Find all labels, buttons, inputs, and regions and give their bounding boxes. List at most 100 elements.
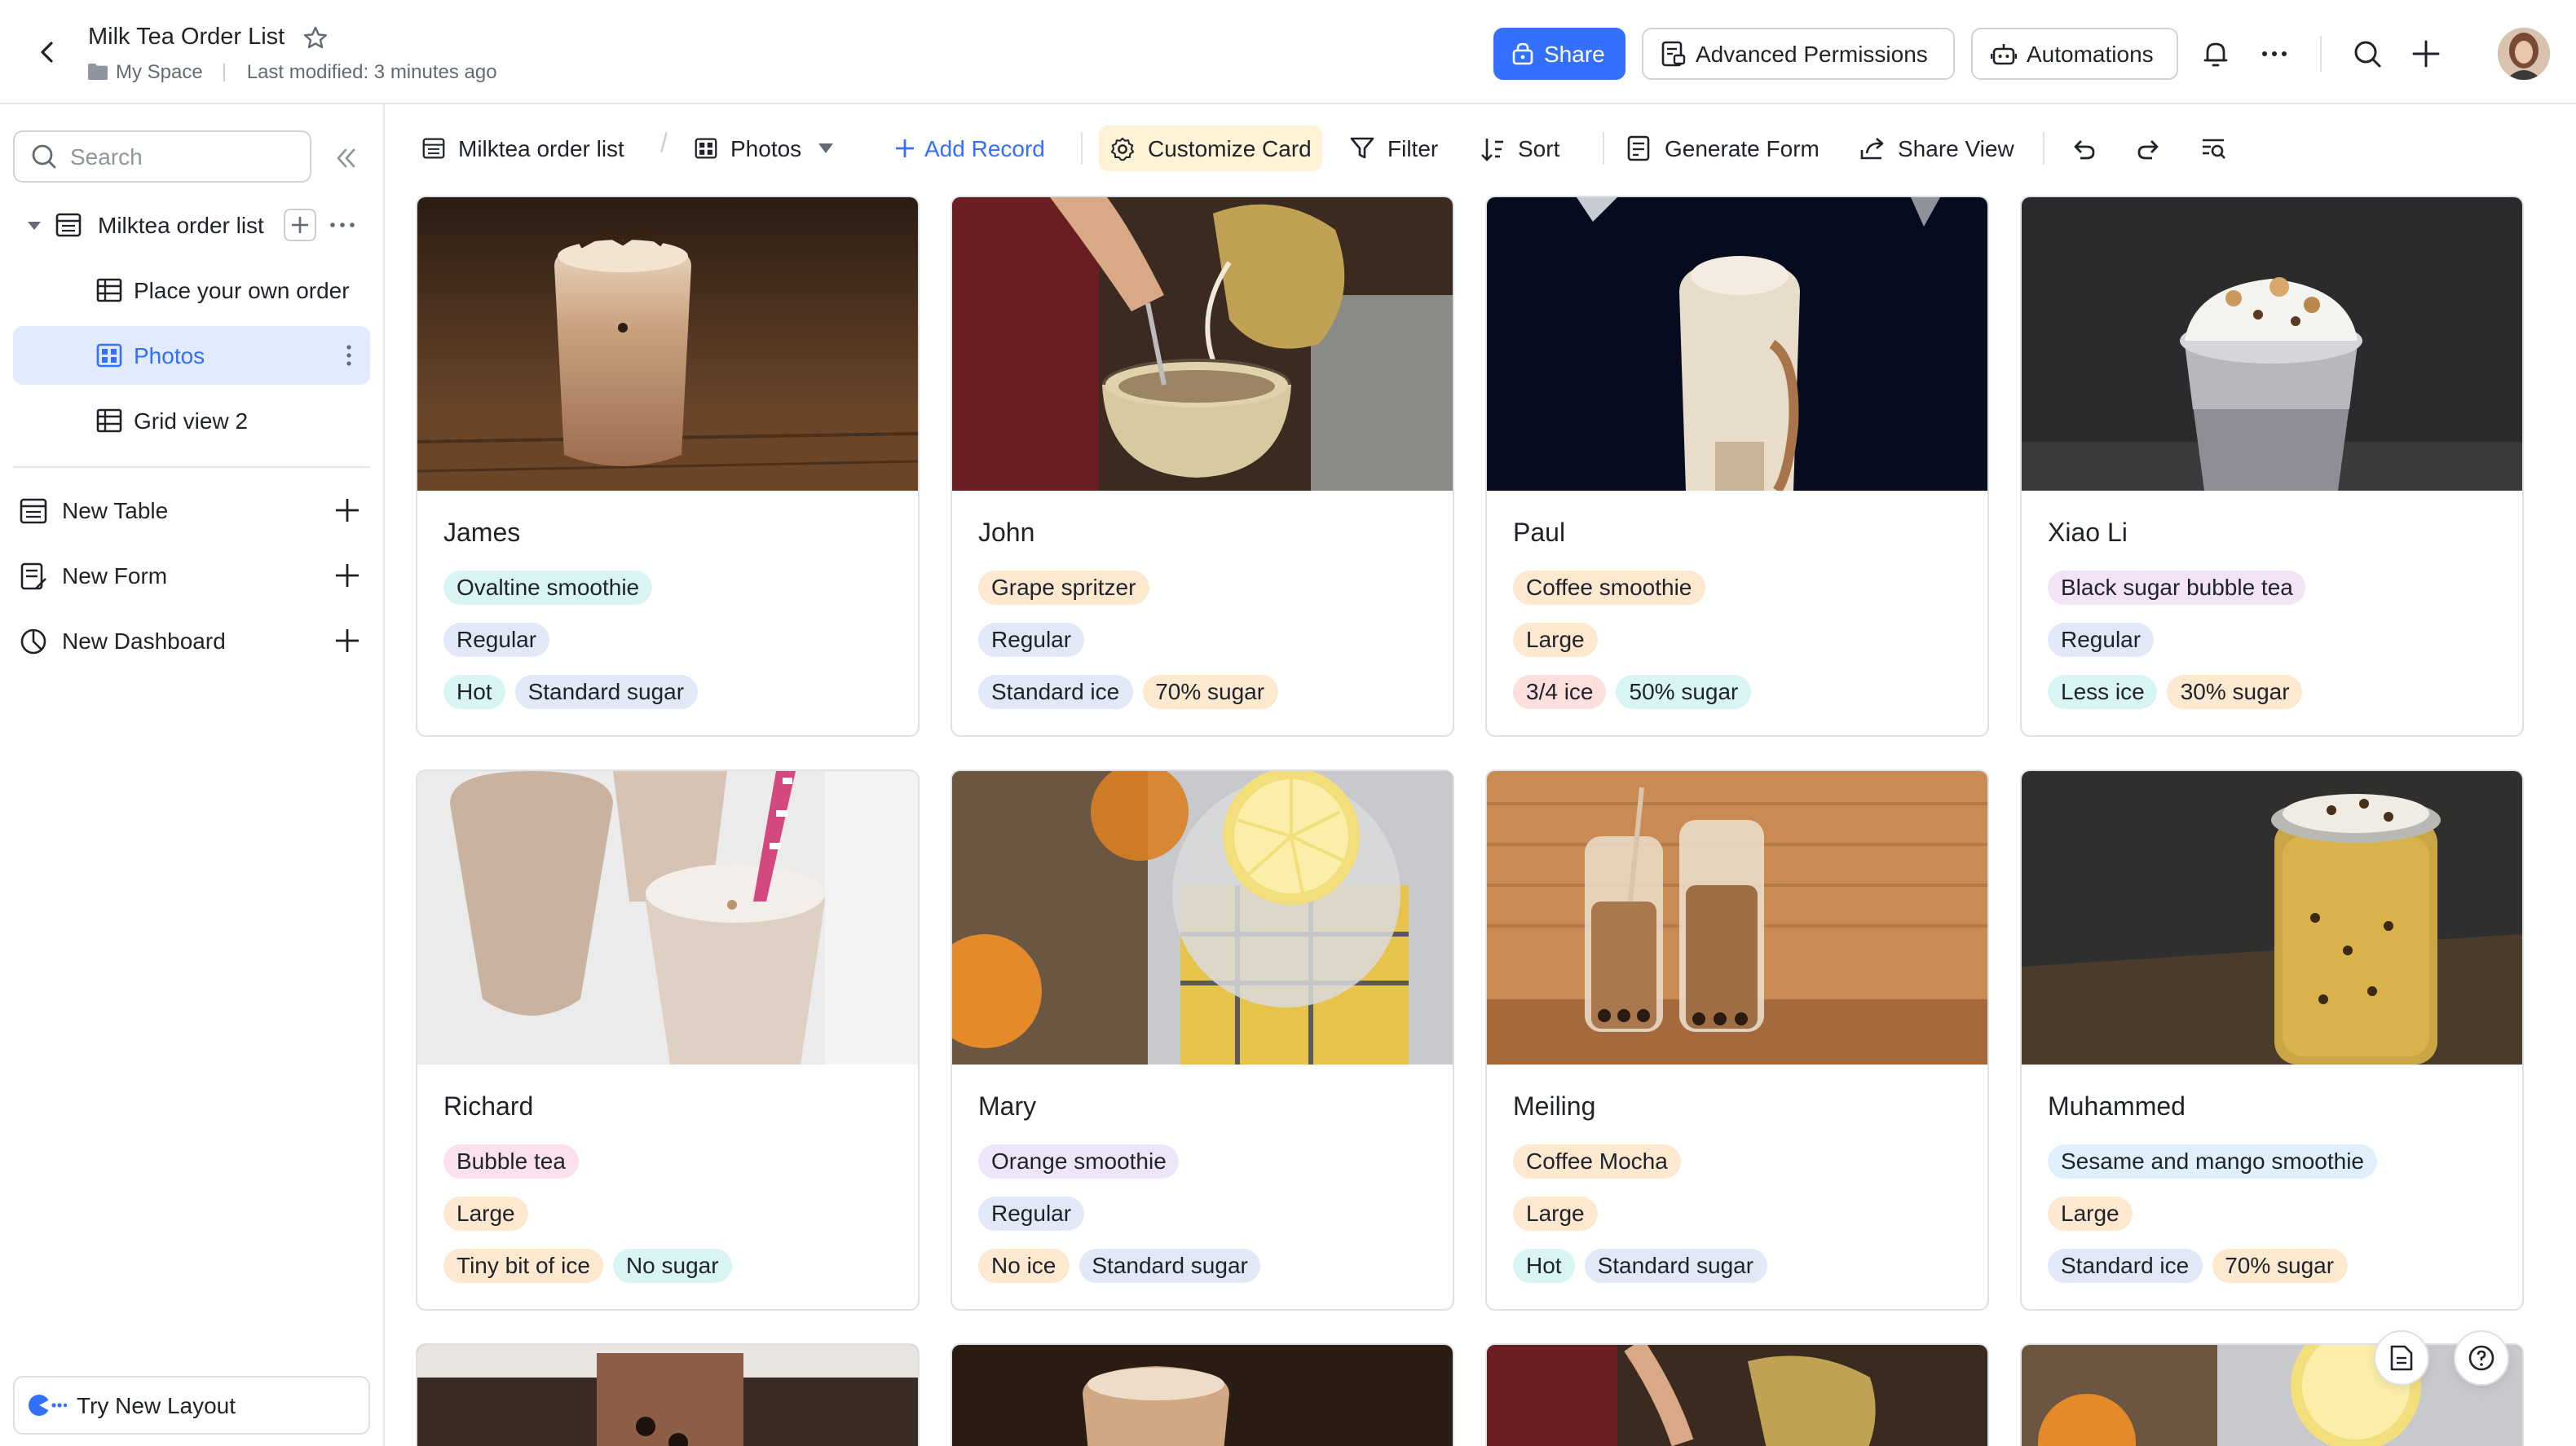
record-card[interactable]: Richard Bubble tea Large Tiny bit of ice…: [416, 769, 920, 1311]
avatar[interactable]: [2498, 28, 2550, 80]
search-records-icon[interactable]: [2201, 126, 2240, 171]
toolbar-table-selector[interactable]: Milktea order list: [422, 126, 624, 171]
size-tag: Regular: [443, 623, 550, 657]
try-new-layout-label: Try New Layout: [77, 1392, 236, 1418]
sidebar-divider: [13, 466, 370, 468]
help-icon[interactable]: [2454, 1330, 2509, 1386]
new-dashboard-label: New Dashboard: [62, 628, 226, 654]
sidebar-view-photos[interactable]: Photos: [13, 326, 370, 385]
toolbar-view-selector[interactable]: Photos: [695, 126, 833, 171]
plus-icon[interactable]: [334, 628, 360, 654]
size-tag: Large: [443, 1197, 528, 1231]
back-arrow-icon[interactable]: [29, 34, 65, 70]
toolbar-divider: [2043, 132, 2044, 165]
record-card[interactable]: Paul Coffee smoothie Large 3/4 ice 50% su…: [1485, 196, 1989, 737]
share-view-button[interactable]: Share View: [1860, 126, 2014, 171]
toolbar-table-label: Milktea order list: [458, 135, 624, 161]
drink-tag: Grape spritzer: [978, 571, 1149, 605]
document-title[interactable]: Milk Tea Order List: [88, 24, 285, 51]
redo-icon[interactable]: [2136, 126, 2175, 171]
table-icon: [20, 497, 47, 523]
caret-down-icon[interactable]: [26, 217, 42, 233]
top-header: Milk Tea Order List My Space Last modifi…: [0, 0, 2576, 104]
sort-icon: [1481, 138, 1503, 161]
plus-icon[interactable]: [334, 497, 360, 523]
meta-divider: [223, 63, 226, 81]
record-card[interactable]: Mary Orange smoothie Regular No ice Stand…: [951, 769, 1454, 1311]
share-button[interactable]: Share: [1493, 28, 1625, 80]
star-icon[interactable]: [302, 24, 329, 52]
grid-view-icon: [96, 278, 122, 302]
size-tag: Large: [2048, 1197, 2133, 1231]
new-dashboard-item[interactable]: New Dashboard: [13, 611, 370, 670]
gear-icon: [1110, 136, 1135, 161]
customer-name: Mary: [978, 1094, 1037, 1122]
customize-card-button[interactable]: Customize Card: [1099, 126, 1323, 171]
generate-form-label: Generate Form: [1665, 135, 1820, 161]
customer-name: John: [978, 520, 1035, 548]
sidebar: Milktea order list Place your own order …: [0, 104, 385, 1446]
record-photo: [417, 197, 918, 491]
generate-form-button[interactable]: Generate Form: [1627, 126, 1820, 171]
new-table-item[interactable]: New Table: [13, 481, 370, 540]
filter-button[interactable]: Filter: [1350, 126, 1438, 171]
advanced-permissions-label: Advanced Permissions: [1696, 41, 1928, 67]
add-icon[interactable]: [2408, 36, 2444, 72]
try-new-layout-button[interactable]: Try New Layout: [13, 1376, 370, 1435]
record-card[interactable]: John Grape spritzer Regular Standard ice…: [951, 196, 1454, 737]
search-icon[interactable]: [2349, 36, 2385, 72]
location-label[interactable]: My Space: [116, 60, 203, 83]
record-card[interactable]: James Ovaltine smoothie Regular Hot Stand…: [416, 196, 920, 737]
sidebar-view-place-your-own-order[interactable]: Place your own order: [13, 261, 370, 320]
record-card[interactable]: [1485, 1343, 1989, 1446]
record-card[interactable]: [2020, 1343, 2524, 1446]
sort-button[interactable]: Sort: [1480, 126, 1559, 171]
plus-icon[interactable]: [334, 562, 360, 589]
add-view-button[interactable]: [284, 209, 316, 241]
record-card[interactable]: Muhammed Sesame and mango smoothie Large…: [2020, 769, 2524, 1311]
record-card[interactable]: Meiling Coffee Mocha Large Hot Standard s…: [1485, 769, 1989, 1311]
toolbar-divider: [1603, 132, 1604, 165]
sidebar-table-milktea[interactable]: Milktea order list: [13, 196, 370, 254]
add-record-button[interactable]: Add Record: [895, 126, 1045, 171]
record-photo: [952, 771, 1453, 1065]
table-more-icon[interactable]: [326, 209, 359, 241]
ice-tag: Hot: [1513, 1249, 1575, 1283]
record-photo: [2022, 197, 2522, 491]
dropdown-caret-icon: [818, 143, 833, 153]
sidebar-view-grid-view-2[interactable]: Grid view 2: [13, 391, 370, 450]
search-input[interactable]: [70, 143, 282, 170]
view-toolbar: Milktea order list / Photos Add Record C…: [386, 104, 2576, 189]
more-icon[interactable]: [2256, 36, 2292, 72]
record-photo: [1487, 771, 1987, 1065]
sidebar-view-label: Photos: [134, 342, 205, 368]
new-form-item[interactable]: New Form: [13, 546, 370, 605]
advanced-permissions-button[interactable]: Advanced Permissions: [1642, 28, 1955, 80]
record-card[interactable]: [416, 1343, 920, 1446]
robot-icon: [1991, 44, 2017, 65]
undo-icon[interactable]: [2071, 126, 2110, 171]
ice-tag: Standard ice: [2048, 1249, 2203, 1283]
record-card[interactable]: Xiao Li Black sugar bubble tea Regular L…: [2020, 196, 2524, 737]
customer-name: Xiao Li: [2048, 520, 2128, 548]
customize-card-label: Customize Card: [1148, 135, 1312, 161]
size-tag: Large: [1513, 623, 1598, 657]
automations-button[interactable]: Automations: [1971, 28, 2178, 80]
header-divider: [2320, 36, 2322, 72]
bell-icon[interactable]: [2198, 36, 2234, 72]
customer-name: Paul: [1513, 520, 1566, 548]
drink-tag: Black sugar bubble tea: [2048, 571, 2306, 605]
new-table-label: New Table: [62, 497, 169, 523]
toolbar-divider: [1081, 132, 1083, 165]
customer-name: Meiling: [1513, 1094, 1596, 1122]
ice-tag: 3/4 ice: [1513, 675, 1607, 709]
view-more-icon[interactable]: [333, 339, 365, 372]
collapse-sidebar-icon[interactable]: [331, 143, 360, 173]
document-icon[interactable]: [2374, 1330, 2429, 1386]
sugar-tag: No sugar: [612, 1249, 732, 1283]
gallery-view-icon: [96, 343, 122, 368]
new-layout-icon: [29, 1395, 67, 1416]
record-card[interactable]: [951, 1343, 1454, 1446]
sidebar-search[interactable]: [13, 130, 311, 183]
drink-tag: Sesame and mango smoothie: [2048, 1144, 2377, 1179]
